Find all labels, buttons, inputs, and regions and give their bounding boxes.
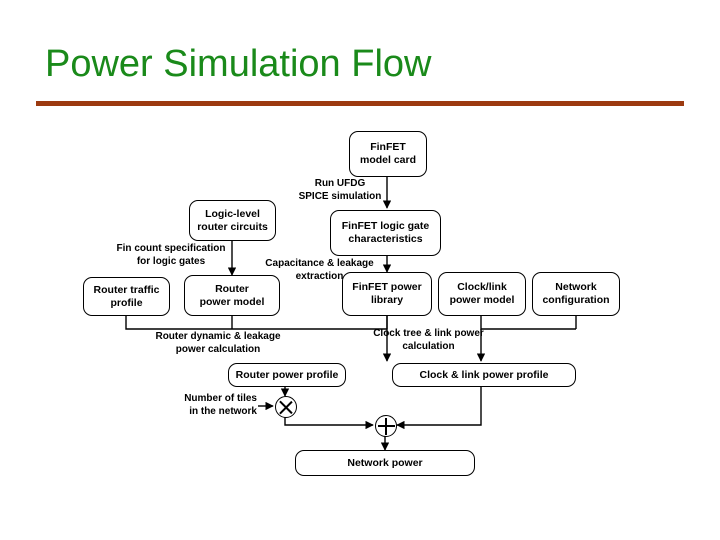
slide: Power Simulation Flow FinFET model card …: [0, 0, 720, 540]
edge-label-fin-count-specification: Fin count specification for logic gates: [116, 243, 226, 267]
power-simulation-flow-diagram: FinFET model card Logic-level router circu…: [0, 0, 720, 540]
node-finfet-model-card[interactable]: FinFET model card: [349, 131, 427, 177]
edge-label-number-of-tiles: Number of tiles in the network: [184, 393, 257, 417]
edge-label-capacitance-leakage-extraction: Capacitance & leakage extraction: [265, 258, 374, 282]
node-label: Network power: [347, 456, 423, 469]
node-label: FinFET logic gate characteristics: [341, 220, 430, 245]
node-label: FinFET power library: [352, 281, 422, 306]
edge-label-clock-tree-link-power-calculation: Clock tree & link power calculation: [373, 328, 484, 352]
node-label: Clock/link power model: [449, 281, 515, 306]
node-router-power-profile[interactable]: Router power profile: [228, 363, 346, 387]
edge-label-router-dynamic-leakage-power-calculation: Router dynamic & leakage power calculatio…: [155, 331, 281, 355]
node-label: Router power model: [199, 282, 265, 308]
node-logic-level-router-circuits[interactable]: Logic-level router circuits: [189, 200, 276, 241]
node-label: Network configuration: [542, 281, 610, 306]
edge-label-run-ufdg-spice-simulation: Run UFDG SPICE simulation: [298, 178, 382, 202]
node-label: Router power profile: [235, 368, 339, 381]
node-label: Router traffic profile: [93, 283, 160, 309]
node-clock-link-power-model[interactable]: Clock/link power model: [438, 272, 526, 316]
node-network-configuration[interactable]: Network configuration: [532, 272, 620, 316]
node-network-power[interactable]: Network power: [295, 450, 475, 476]
node-router-traffic-profile[interactable]: Router traffic profile: [83, 277, 170, 316]
node-label: Logic-level router circuits: [197, 207, 268, 233]
node-label: FinFET model card: [359, 141, 417, 166]
node-label: Clock & link power profile: [419, 368, 549, 381]
multiply-operator-icon: [275, 396, 297, 418]
node-finfet-logic-gate-characteristics[interactable]: FinFET logic gate characteristics: [330, 210, 441, 256]
node-clock-link-power-profile[interactable]: Clock & link power profile: [392, 363, 576, 387]
sum-operator-icon: [375, 415, 397, 437]
